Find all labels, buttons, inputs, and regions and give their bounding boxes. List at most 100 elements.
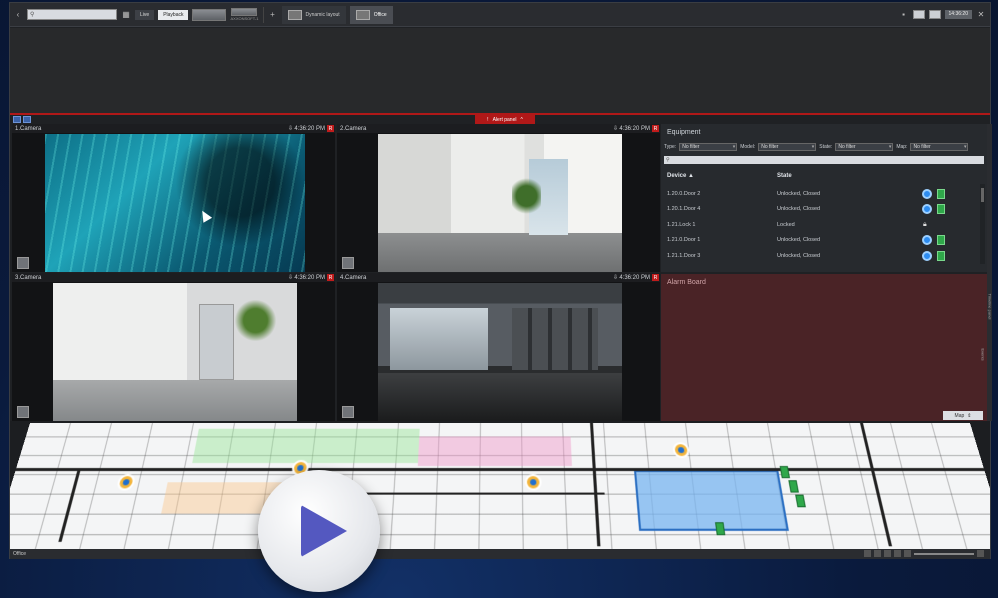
equipment-panel: Equipment Type: No filter Model: No filt… bbox=[661, 124, 987, 272]
camera-video[interactable] bbox=[378, 283, 622, 421]
settings-icon[interactable]: ✕ bbox=[976, 9, 986, 19]
camera-pin-icon[interactable] bbox=[524, 474, 542, 491]
layout-icon bbox=[287, 9, 302, 20]
camera-control-icon[interactable] bbox=[342, 406, 354, 418]
layout-axxonsoft[interactable]: AXXONSOFT-1 bbox=[230, 8, 259, 21]
table-row[interactable]: 1.21.1.Door 3 Unlocked, Closed bbox=[667, 249, 967, 263]
view-toggle-button[interactable] bbox=[23, 116, 31, 123]
video-play-button[interactable] bbox=[258, 470, 380, 592]
bulb-tool-icon[interactable] bbox=[904, 550, 911, 557]
video-floor bbox=[53, 379, 297, 421]
layout-tool-icon[interactable] bbox=[884, 550, 891, 557]
camera-tile[interactable]: 1.Camera ⇩ 4:36:20 PM R bbox=[12, 124, 335, 272]
status-square-icon[interactable] bbox=[937, 235, 945, 245]
layout-size-button[interactable] bbox=[912, 9, 925, 19]
tab-office[interactable]: Office bbox=[349, 5, 393, 24]
camera-video[interactable] bbox=[45, 134, 305, 272]
client-window: ‹ ⚲ ▦ Live Playback AXXONSOFT-1 + Dynami… bbox=[9, 2, 992, 559]
camera-tool-icon[interactable] bbox=[864, 550, 871, 557]
door-icon[interactable] bbox=[795, 494, 806, 508]
video-floor bbox=[378, 372, 622, 421]
tab-events[interactable]: Events bbox=[981, 348, 986, 360]
map-view[interactable] bbox=[10, 421, 990, 549]
camera-tile[interactable]: 2.Camera ⇩ 4:36:20 PM R bbox=[337, 124, 660, 272]
download-icon[interactable]: ⇩ bbox=[613, 125, 618, 132]
download-icon[interactable]: ⇩ bbox=[613, 274, 618, 281]
door-icon[interactable] bbox=[788, 480, 799, 493]
lock-icon[interactable]: 🔒︎ bbox=[923, 221, 927, 229]
status-dot-icon[interactable] bbox=[922, 189, 932, 199]
download-icon[interactable]: ⇩ bbox=[288, 274, 293, 281]
add-layout-icon[interactable]: + bbox=[268, 10, 278, 20]
window-tool-icon[interactable] bbox=[874, 550, 881, 557]
status-dot-icon[interactable] bbox=[922, 204, 932, 214]
status-square-icon[interactable] bbox=[937, 204, 945, 214]
camera-control-icon[interactable] bbox=[17, 406, 29, 418]
tab-dynamic-layout[interactable]: Dynamic layout bbox=[281, 5, 346, 24]
playback-button[interactable]: Playback bbox=[158, 9, 189, 20]
model-filter-select[interactable]: No filter bbox=[758, 143, 817, 151]
table-row[interactable]: 1.21.0.Door 1 Unlocked, Closed bbox=[667, 233, 967, 247]
camera-pin-icon[interactable] bbox=[672, 442, 691, 459]
alert-panel-tab[interactable]: ! Alert panel ^ bbox=[475, 115, 535, 124]
equipment-search-input[interactable]: ⚲ bbox=[664, 156, 984, 164]
camera-control-icon[interactable] bbox=[342, 257, 354, 269]
filter-value: No filter bbox=[913, 144, 931, 150]
state-filter-select[interactable]: No filter bbox=[835, 143, 894, 151]
map-zone bbox=[417, 436, 572, 467]
map-filter-select[interactable]: No filter bbox=[910, 143, 969, 151]
map-wall bbox=[590, 423, 601, 547]
layout-label: AXXONSOFT-1 bbox=[230, 16, 259, 21]
view-toggle-button[interactable] bbox=[13, 116, 21, 123]
camera-tile[interactable]: 3.Camera ⇩ 4:36:20 PM R bbox=[12, 273, 335, 421]
device-name: 1.21.1.Door 3 bbox=[667, 253, 701, 259]
equipment-scrollbar[interactable] bbox=[980, 184, 985, 264]
camera-icon[interactable]: ▪ bbox=[899, 9, 909, 19]
video-floor bbox=[378, 233, 622, 272]
camera-control-icon[interactable] bbox=[17, 257, 29, 269]
status-square-icon[interactable] bbox=[937, 251, 945, 261]
zoom-slider[interactable] bbox=[914, 553, 974, 555]
fullscreen-icon[interactable] bbox=[977, 550, 984, 557]
layout-thumbnail[interactable] bbox=[192, 8, 227, 21]
camera-tile[interactable]: 4.Camera ⇩ 4:36:20 PM R bbox=[337, 273, 660, 421]
chat-tool-icon[interactable] bbox=[894, 550, 901, 557]
video-window bbox=[390, 307, 488, 370]
menu-arrow-icon[interactable]: ‹ bbox=[13, 10, 23, 20]
status-bar-tools bbox=[864, 550, 984, 557]
equipment-filters: Type: No filter Model: No filter State: … bbox=[664, 143, 969, 151]
record-badge: R bbox=[652, 274, 659, 281]
column-device[interactable]: Device ▲ bbox=[667, 173, 777, 179]
status-square-icon[interactable] bbox=[937, 189, 945, 199]
camera-view-zone[interactable] bbox=[633, 470, 789, 531]
map-wall bbox=[343, 492, 605, 495]
camera-video[interactable] bbox=[53, 283, 297, 421]
tab-timeline-panel[interactable]: Timeline panel bbox=[987, 294, 992, 320]
map-zone bbox=[192, 428, 420, 464]
layout-size-button[interactable] bbox=[928, 9, 941, 19]
chevron-up-icon: ^ bbox=[520, 116, 523, 123]
table-row[interactable]: 1.20.1.Door 4 Unlocked, Closed bbox=[667, 202, 967, 216]
device-state: Unlocked, Closed bbox=[777, 206, 821, 212]
download-icon[interactable]: ⇩ bbox=[288, 125, 293, 132]
door-icon[interactable] bbox=[715, 522, 726, 536]
map-wall bbox=[58, 468, 82, 542]
camera-video[interactable] bbox=[378, 134, 622, 272]
type-filter-select[interactable]: No filter bbox=[679, 143, 738, 151]
camera-pin-icon[interactable] bbox=[115, 474, 137, 491]
search-input[interactable]: ⚲ bbox=[27, 9, 117, 20]
live-button[interactable]: Live bbox=[135, 9, 155, 20]
status-bar: Office bbox=[10, 549, 990, 559]
status-dot-icon[interactable] bbox=[922, 251, 932, 261]
table-row[interactable]: 1.20.0.Door 2 Unlocked, Closed bbox=[667, 187, 967, 201]
camera-time: 4:36:20 PM bbox=[619, 274, 650, 281]
column-state[interactable]: State bbox=[777, 173, 792, 179]
alert-panel-label: Alert panel bbox=[492, 116, 517, 123]
floor-plan[interactable] bbox=[10, 423, 990, 549]
map-button[interactable]: Map ⇕ bbox=[943, 411, 983, 420]
camera-time: 4:36:20 PM bbox=[294, 125, 325, 132]
status-dot-icon[interactable] bbox=[922, 235, 932, 245]
alarm-board-panel: Alarm Board bbox=[661, 274, 987, 421]
table-row[interactable]: 1.21.Lock 1 Locked 🔒︎ bbox=[667, 218, 967, 232]
grid-icon[interactable]: ▦ bbox=[121, 10, 131, 20]
